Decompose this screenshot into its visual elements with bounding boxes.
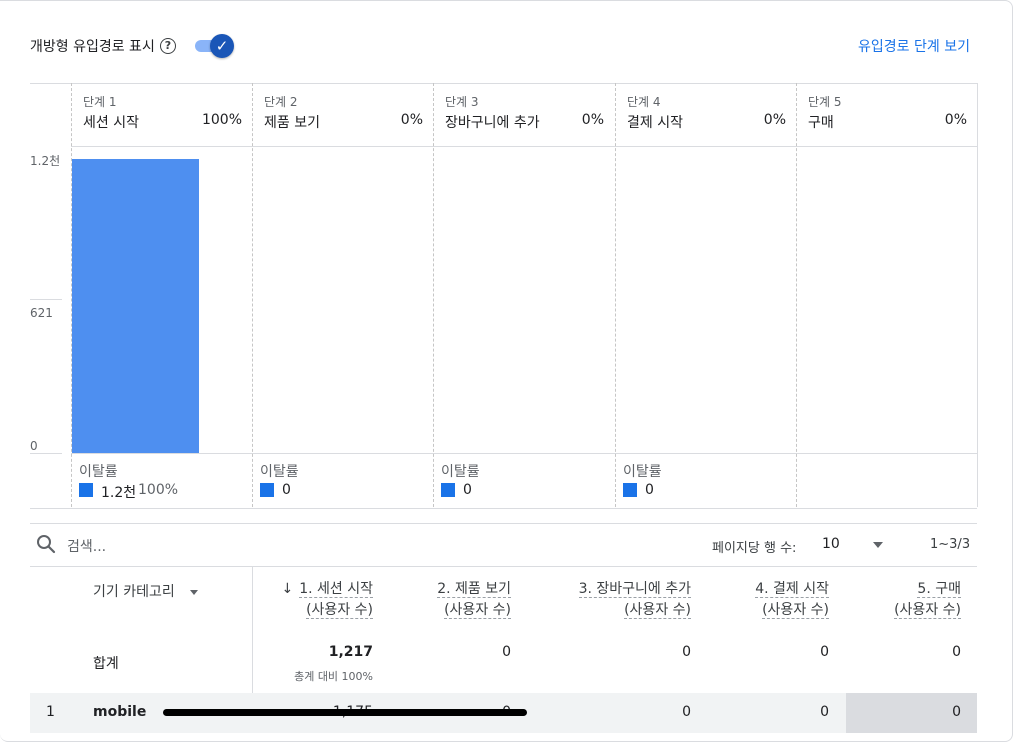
y-axis-base-line: [30, 453, 62, 454]
rows-per-page-label: 페이지당 행 수:: [712, 541, 797, 556]
y-tick: 621: [30, 306, 53, 320]
step-number: 단계 5: [808, 95, 842, 109]
search-input[interactable]: 검색...: [67, 536, 106, 556]
column-header[interactable]: 2. 제품 보기 (사용자 수): [311, 579, 511, 621]
y-tick: 1.2천: [30, 154, 61, 168]
step-percent: 0%: [944, 112, 967, 128]
step-percent: 100%: [201, 112, 242, 128]
funnel-bar[interactable]: [72, 159, 199, 453]
dropoff-label: 이탈률: [623, 464, 662, 480]
dropoff-swatch: [260, 483, 274, 497]
step-percent: 0%: [581, 112, 604, 128]
step-name[interactable]: 제품 보기: [264, 112, 320, 132]
rows-per-page-select[interactable]: 10: [822, 536, 840, 552]
column-title: 5. 구매: [917, 581, 961, 598]
chart-footer-divider: [71, 453, 977, 454]
y-axis-mid-line: [30, 299, 62, 300]
row-device-name: mobile: [93, 704, 147, 720]
dropoff-label: 이탈률: [79, 464, 118, 480]
step-name[interactable]: 구매: [808, 112, 834, 132]
column-subtitle: (사용자 수): [894, 602, 961, 619]
dropoff-swatch: [441, 483, 455, 497]
total-value: 0: [502, 644, 511, 660]
column-header[interactable]: 5. 구매 (사용자 수): [761, 579, 961, 621]
step-column-divider: [615, 83, 616, 507]
dropoff-value: 0: [463, 482, 472, 498]
search-icon[interactable]: [36, 534, 56, 554]
total-value: 0: [952, 644, 961, 660]
step-name[interactable]: 세션 시작: [83, 112, 139, 132]
dropoff-label: 이탈률: [441, 464, 480, 480]
row-value: 0: [952, 704, 961, 720]
step-column-divider: [796, 83, 797, 507]
table-top-divider: [30, 523, 977, 524]
step-percent: 0%: [763, 112, 786, 128]
open-funnel-label: 개방형 유입경로 표시: [30, 39, 155, 55]
step-percent: 0%: [400, 112, 423, 128]
arrow-down-icon[interactable]: ↓: [281, 581, 293, 597]
check-icon[interactable]: ✓: [210, 34, 234, 58]
pagination-range: 1~3/3: [930, 537, 971, 552]
dropoff-swatch: [623, 483, 637, 497]
step-number: 단계 2: [264, 95, 298, 109]
step-column-divider: [252, 83, 253, 507]
dropoff-swatch: [79, 483, 93, 497]
step-number: 단계 4: [627, 95, 661, 109]
dimension-header[interactable]: 기기 카테고리: [93, 581, 175, 601]
step-name[interactable]: 결제 시작: [627, 112, 683, 132]
dropoff-value: 1.2천: [101, 485, 137, 501]
dropoff-label: 이탈률: [260, 464, 299, 480]
total-subtext: 총계 대비 100%: [294, 670, 373, 683]
home-indicator: [163, 709, 527, 716]
view-funnel-steps-link[interactable]: 유입경로 단계 보기: [840, 36, 970, 56]
help-circle-icon[interactable]: ?: [160, 38, 176, 54]
dropoff-value: 0: [282, 482, 291, 498]
table-header-divider: [30, 566, 977, 567]
chart-header-divider: [71, 146, 977, 147]
step-column-divider: [433, 83, 434, 507]
step-number: 단계 1: [83, 95, 117, 109]
row-index: 1: [46, 704, 55, 720]
step-name[interactable]: 장바구니에 추가: [445, 112, 540, 132]
y-tick: 0: [30, 439, 38, 453]
total-label: 합계: [93, 656, 119, 672]
step-number: 단계 3: [445, 95, 479, 109]
dropoff-value: 0: [645, 482, 654, 498]
chart-right-border: [977, 83, 978, 507]
chevron-down-icon[interactable]: [873, 542, 883, 548]
dropoff-percent: 100%: [138, 482, 179, 498]
